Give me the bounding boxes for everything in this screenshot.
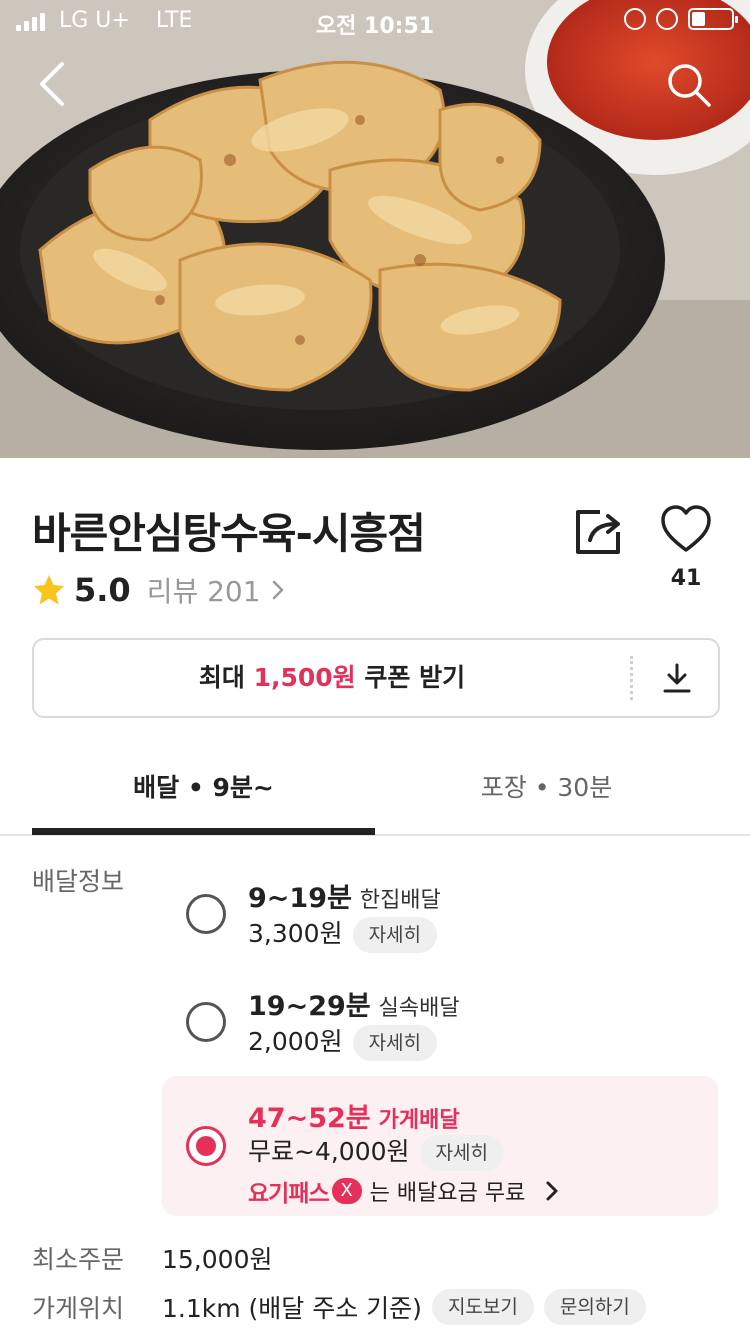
store-name: 바른안심탕수육-시흥점 (32, 509, 426, 558)
min-order-row: 최소주문 15,000원 (32, 1240, 272, 1276)
delivery-option-2[interactable]: 19~29분 실속배달 2,000원 자세히 (162, 974, 718, 1074)
search-icon[interactable] (664, 60, 714, 110)
delivery-option-1[interactable]: 9~19분 한집배달 3,300원 자세히 (162, 866, 718, 966)
coupon-prefix: 최대 (198, 663, 254, 692)
coupon-button[interactable]: 최대 1,500원 쿠폰 받기 (32, 638, 720, 718)
delivery-info-label: 배달정보 (32, 867, 125, 896)
promo-text: 는 배달요금 무료 (369, 1181, 526, 1206)
tab-pickup[interactable]: 포장 • 30분 (375, 760, 718, 816)
detail-button[interactable]: 자세히 (352, 1025, 438, 1061)
delivery-time-value: 9~19분 (248, 883, 352, 914)
radio-button-selected[interactable] (186, 1126, 226, 1166)
yogipass-promo-link[interactable]: 요기패스 X 는 배달요금 무료 (248, 1174, 559, 1208)
back-arrow-icon[interactable] (30, 58, 78, 110)
coupon-suffix: 쿠폰 받기 (355, 663, 466, 692)
alarm-icon (656, 8, 678, 30)
coupon-divider (630, 656, 633, 700)
delivery-option-3-selected[interactable]: 47~52분 가게배달 무료~4,000원 자세히 요기패스 X 는 배달요금 무료 (162, 1076, 718, 1216)
rating-score: 5.0 (74, 571, 131, 609)
chevron-right-icon (272, 580, 283, 600)
location-row: 가게위치 1.1km (배달 주소 기준) 지도보기 문의하기 (32, 1288, 646, 1326)
delivery-time: 9~19분 한집배달 (248, 876, 441, 915)
yogipass-logo-mark: X (331, 1178, 362, 1204)
rotation-lock-icon (624, 8, 646, 30)
radio-button[interactable] (186, 894, 226, 934)
delivery-fee-value: 2,000원 (248, 1027, 343, 1056)
download-icon[interactable] (662, 662, 692, 694)
tab-active-indicator (32, 828, 375, 835)
review-count-link[interactable]: 리뷰 201 (147, 570, 261, 610)
share-icon[interactable] (572, 504, 626, 558)
store-hero-image (0, 0, 750, 458)
delivery-time-value: 47~52분 (248, 1103, 371, 1134)
delivery-time: 19~29분 실속배달 (248, 984, 460, 1023)
fried-pork-photo (0, 0, 750, 458)
like-count: 41 (670, 566, 702, 591)
rating-row[interactable]: 5.0 리뷰 201 (32, 568, 285, 612)
coupon-amount: 1,500원 (253, 663, 356, 692)
delivery-fee-value: 3,300원 (248, 919, 343, 948)
delivery-type: 실속배달 (378, 996, 460, 1021)
radio-button[interactable] (186, 1002, 226, 1042)
star-icon (34, 575, 64, 605)
inquiry-button[interactable]: 문의하기 (543, 1289, 646, 1325)
tab-delivery[interactable]: 배달 • 9분~ (32, 760, 375, 816)
delivery-type: 가게배달 (378, 1108, 460, 1133)
yogipass-logo: 요기패스 (248, 1181, 330, 1207)
location-value: 1.1km (배달 주소 기준) (162, 1294, 422, 1323)
delivery-type: 한집배달 (359, 888, 441, 913)
delivery-fee-value: 무료~4,000원 (248, 1137, 410, 1166)
delivery-fee: 무료~4,000원 자세히 (248, 1132, 504, 1171)
status-bar: LG U+ LTE 오전 10:51 (0, 0, 750, 40)
delivery-fee: 3,300원 자세히 (248, 914, 438, 953)
location-label: 가게위치 (32, 1294, 125, 1323)
chevron-right-icon (546, 1181, 558, 1201)
delivery-fee: 2,000원 자세히 (248, 1022, 438, 1061)
delivery-time-value: 19~29분 (248, 991, 371, 1022)
heart-icon[interactable] (660, 504, 712, 556)
coupon-label: 최대 1,500원 쿠폰 받기 (34, 640, 630, 716)
battery-icon (688, 8, 738, 30)
map-button[interactable]: 지도보기 (431, 1289, 534, 1325)
detail-button[interactable]: 자세히 (419, 1135, 504, 1171)
min-order-value: 15,000원 (162, 1245, 273, 1274)
min-order-label: 최소주문 (32, 1245, 125, 1274)
detail-button[interactable]: 자세히 (352, 917, 438, 953)
delivery-time: 47~52분 가게배달 (248, 1096, 460, 1135)
